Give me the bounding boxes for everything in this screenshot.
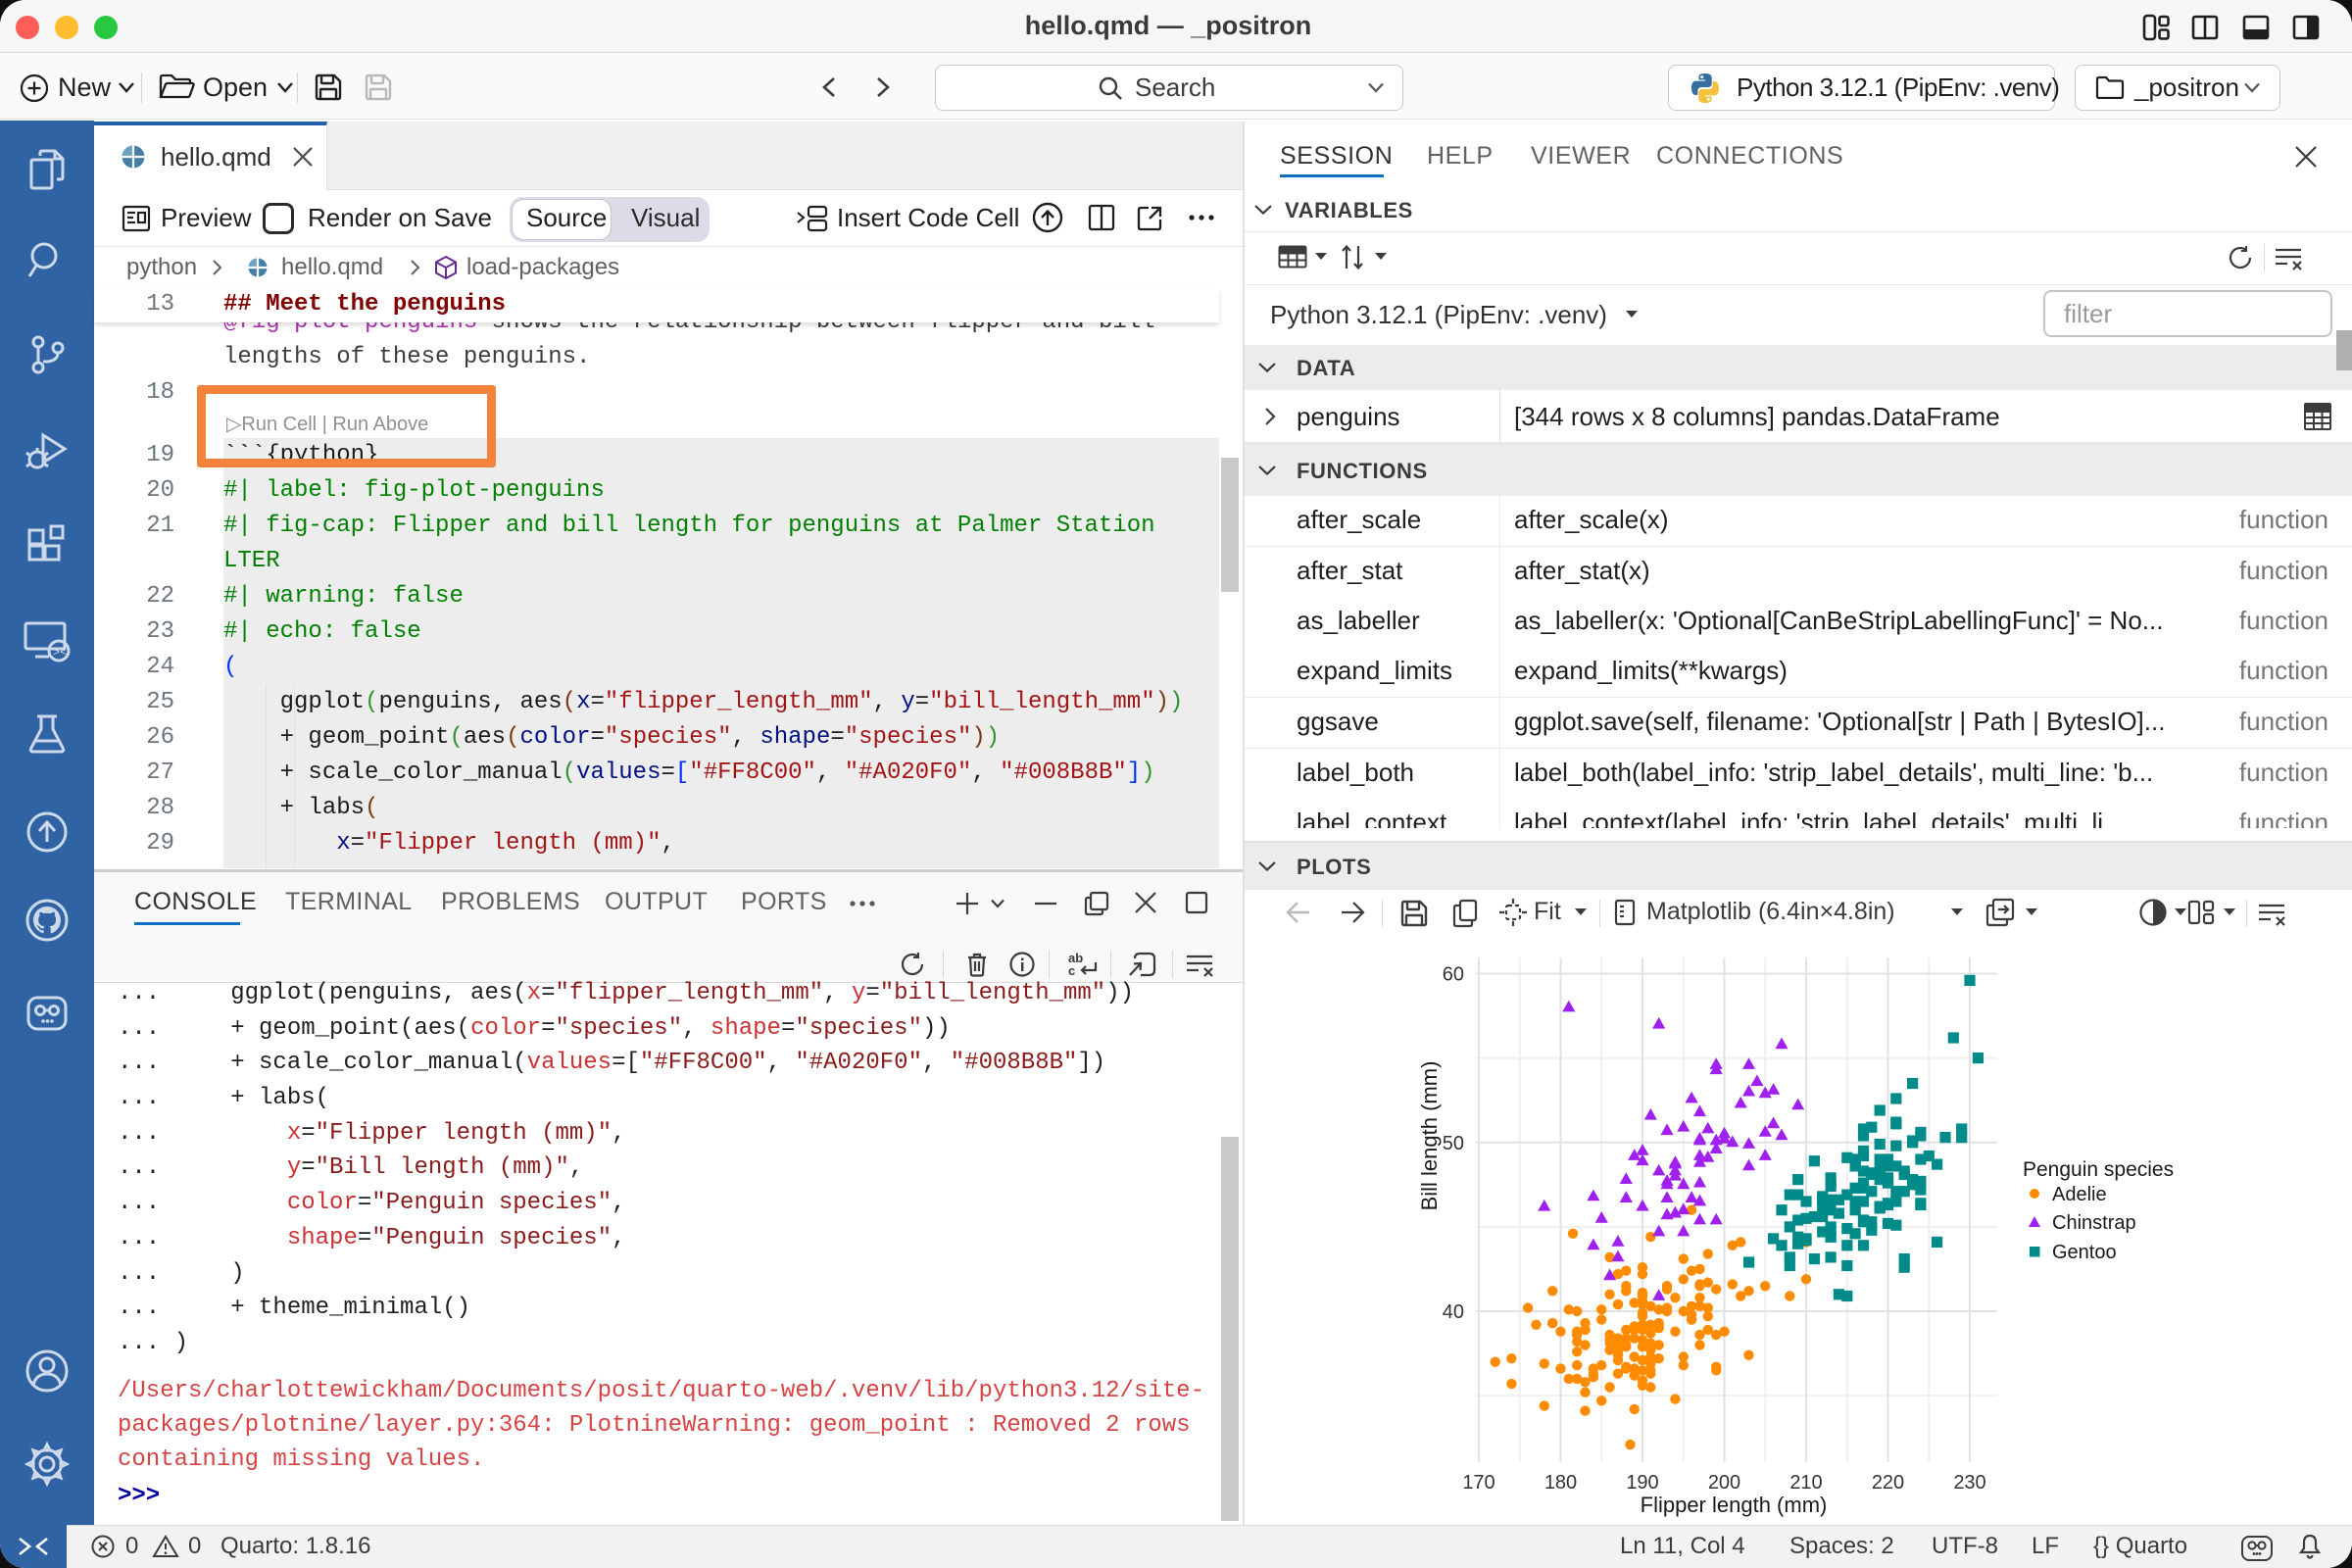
svg-text:170: 170 — [1462, 1472, 1494, 1494]
svg-text:190: 190 — [1626, 1472, 1658, 1494]
svg-text:50: 50 — [1443, 1133, 1464, 1154]
svg-text:220: 220 — [1872, 1472, 1904, 1494]
svg-text:200: 200 — [1708, 1472, 1740, 1494]
svg-text:Bill length (mm): Bill length (mm) — [1417, 1061, 1442, 1211]
svg-text:Flipper length (mm): Flipper length (mm) — [1641, 1493, 1828, 1517]
svg-text:Adelie: Adelie — [2052, 1184, 2107, 1205]
svg-text:Gentoo: Gentoo — [2052, 1242, 2117, 1263]
svg-text:180: 180 — [1544, 1472, 1577, 1494]
svg-text:210: 210 — [1789, 1472, 1822, 1494]
svg-text:Penguin species: Penguin species — [2023, 1158, 2174, 1181]
svg-text:230: 230 — [1953, 1472, 1985, 1494]
svg-text:60: 60 — [1443, 964, 1464, 986]
svg-text:40: 40 — [1443, 1301, 1464, 1323]
svg-text:Chinstrap: Chinstrap — [2052, 1212, 2136, 1234]
